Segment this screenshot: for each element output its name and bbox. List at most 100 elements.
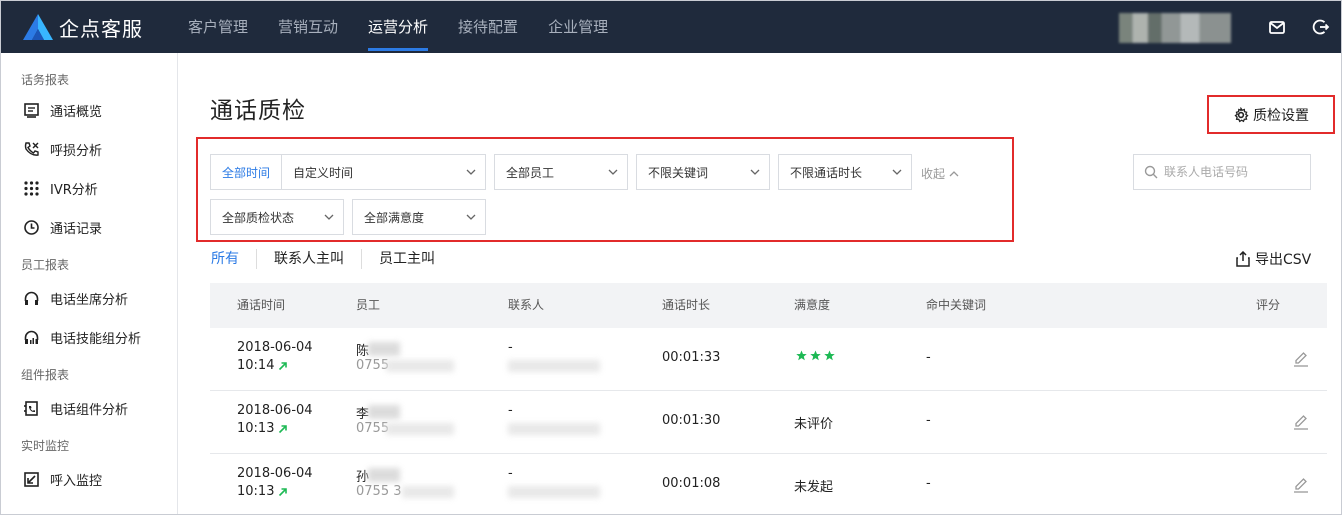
call-date: 2018-06-04 [237, 403, 313, 418]
employee-select[interactable]: 全部员工 [494, 154, 628, 190]
redacted-name [368, 468, 400, 482]
employee-phone: 0755 3 [356, 484, 402, 499]
export-csv-button[interactable]: 导出CSV [1235, 249, 1311, 269]
outgoing-arrow-icon [279, 361, 288, 370]
redacted-name [368, 342, 400, 356]
collapse-label: 收起 [921, 167, 946, 181]
widget-icon [22, 400, 40, 418]
call-duration: 00:01:08 [662, 476, 721, 491]
collapse-filters-toggle[interactable]: 收起 [921, 165, 959, 182]
call-time: 10:14 [237, 358, 288, 373]
user-avatar[interactable] [1119, 13, 1231, 43]
column-header: 评分 [1256, 298, 1281, 312]
redacted-contact-phone [508, 423, 600, 435]
qc-status-value: 全部质检状态 [222, 210, 295, 225]
tab-contact-caller[interactable]: 联系人主叫 [256, 249, 361, 269]
headset-icon [22, 290, 40, 308]
sidebar-item-skill-group-analysis[interactable]: 电话技能组分析 [1, 318, 177, 357]
call-time-value: 10:13 [237, 484, 275, 499]
custom-time-select[interactable]: 自定义时间 [281, 154, 486, 190]
tab-employee-caller[interactable]: 员工主叫 [361, 249, 452, 269]
table-row[interactable]: 2018-06-04 10:13 李 0755 - 00:01:30 未评价 - [210, 391, 1327, 454]
custom-time-value: 自定义时间 [293, 165, 354, 180]
column-header: 通话时间 [237, 298, 286, 312]
sidebar: 话务报表 通话概览 呼损分析 IVR分析 通话记录 员工报表 电话坐席分析 电话… [1, 53, 178, 514]
chevron-down-icon [466, 168, 476, 176]
duration-select[interactable]: 不限通话时长 [778, 154, 912, 190]
satisfaction-value: 全部满意度 [364, 210, 425, 225]
missed-call-icon [22, 141, 40, 159]
edit-score-icon[interactable] [1292, 350, 1310, 368]
call-date: 2018-06-04 [237, 466, 313, 481]
logout-icon[interactable] [1311, 17, 1331, 37]
sidebar-item-label: 电话组件分析 [50, 403, 129, 418]
column-header: 命中关键词 [926, 298, 987, 312]
keyword-select[interactable]: 不限关键词 [636, 154, 770, 190]
qc-status-select[interactable]: 全部质检状态 [210, 199, 344, 235]
call-time-value: 10:14 [237, 358, 275, 373]
call-time-value: 10:13 [237, 421, 275, 436]
sidebar-item-widget-analysis[interactable]: 电话组件分析 [1, 389, 177, 428]
brand-logo[interactable]: 企点客服 [21, 12, 143, 42]
gear-icon [1234, 106, 1249, 122]
redacted-name [368, 405, 400, 419]
sidebar-item-inbound-monitor[interactable]: 呼入监控 [1, 460, 177, 499]
sidebar-item-call-overview[interactable]: 通话概览 [1, 91, 177, 130]
sidebar-item-call-records[interactable]: 通话记录 [1, 208, 177, 247]
nav-item-marketing[interactable]: 营销互动 [263, 1, 353, 53]
call-direction-tabs: 所有 联系人主叫 员工主叫 [211, 249, 452, 269]
qc-settings-label: 质检设置 [1253, 107, 1309, 124]
sidebar-item-missed-call[interactable]: 呼损分析 [1, 130, 177, 169]
sidebar-item-label: 通话记录 [50, 222, 103, 237]
edit-score-icon[interactable] [1292, 413, 1310, 431]
sidebar-group-title: 组件报表 [21, 368, 70, 382]
sidebar-item-agent-analysis[interactable]: 电话坐席分析 [1, 279, 177, 318]
table-header: 通话时间 员工 联系人 通话时长 满意度 命中关键词 评分 [210, 283, 1327, 328]
employee-value: 全部员工 [506, 165, 555, 180]
contact-name: - [508, 466, 513, 481]
tab-all[interactable]: 所有 [211, 249, 256, 269]
call-duration: 00:01:30 [662, 413, 721, 428]
column-header: 满意度 [794, 298, 831, 312]
column-header: 通话时长 [662, 298, 711, 312]
redacted-phone [402, 486, 454, 498]
redacted-phone [386, 423, 454, 435]
nav-item-analytics[interactable]: 运营分析 [353, 1, 443, 53]
qc-settings-button[interactable]: 质检设置 [1207, 95, 1335, 134]
search-input[interactable] [1164, 165, 1304, 179]
column-header: 联系人 [508, 298, 545, 312]
nav-item-customer[interactable]: 客户管理 [173, 1, 263, 53]
star-icon [796, 350, 807, 361]
redacted-contact-phone [508, 486, 600, 498]
nav-item-enterprise[interactable]: 企业管理 [533, 1, 623, 53]
call-time: 10:13 [237, 484, 288, 499]
edit-score-icon[interactable] [1292, 476, 1310, 494]
main-content: 通话质检 质检设置 全部时间 自定义时间 全部员工 不限关键词 不限通话时长 收… [179, 53, 1341, 514]
table-row[interactable]: 2018-06-04 10:13 孙 0755 3 - 00:01:08 未发起… [210, 454, 1327, 514]
time-range-select[interactable]: 全部时间 [210, 154, 282, 190]
ivr-keypad-icon [22, 180, 40, 198]
headset-chart-icon [22, 329, 40, 347]
keyword-value: 不限关键词 [648, 165, 709, 180]
sidebar-item-ivr[interactable]: IVR分析 [1, 169, 177, 208]
employee-phone: 0755 [356, 421, 390, 436]
sidebar-item-label: 呼入监控 [50, 474, 103, 489]
hit-keywords: - [926, 350, 931, 365]
time-range-value: 全部时间 [222, 165, 271, 180]
satisfaction-select[interactable]: 全部满意度 [352, 199, 486, 235]
nav-item-reception[interactable]: 接待配置 [443, 1, 533, 53]
redacted-phone [386, 360, 454, 372]
chevron-down-icon [466, 213, 476, 221]
hit-keywords: - [926, 476, 931, 491]
contact-name: - [508, 340, 513, 355]
satisfaction-status: 未评价 [794, 417, 834, 432]
call-time: 10:13 [237, 421, 288, 436]
table-row[interactable]: 2018-06-04 10:14 陈 0755 - 00:01:33 - [210, 328, 1327, 391]
mail-icon[interactable] [1267, 17, 1287, 37]
chevron-down-icon [608, 168, 618, 176]
call-date: 2018-06-04 [237, 340, 313, 355]
sidebar-item-label: 电话技能组分析 [50, 332, 142, 347]
contact-phone-search[interactable] [1133, 154, 1311, 190]
chevron-up-icon [949, 170, 959, 176]
sidebar-group-title: 员工报表 [21, 258, 70, 272]
